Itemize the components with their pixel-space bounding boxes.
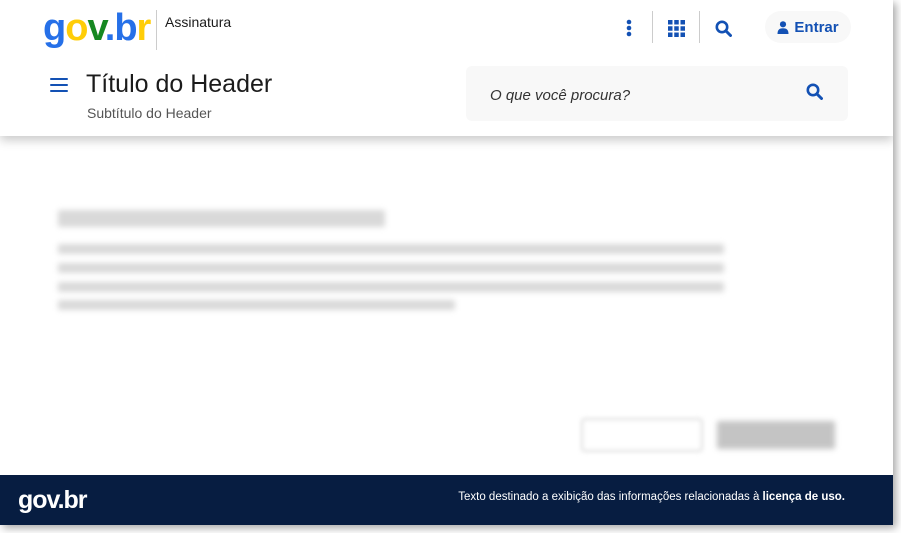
- license-link[interactable]: licença de uso.: [763, 491, 845, 503]
- skeleton-line: [58, 282, 724, 292]
- skeleton-line: [58, 300, 455, 310]
- logo-divider: [156, 10, 157, 50]
- search-box: [466, 66, 848, 121]
- skeleton-heading: [58, 210, 385, 227]
- page-subtitle: Subtítulo do Header: [87, 105, 212, 121]
- search-icon: [715, 20, 732, 37]
- header-search-button[interactable]: [709, 14, 737, 42]
- page: gov.br Assinatura Entrar Título do Heade…: [0, 0, 893, 525]
- footer: gov.br Texto destinado a exibição das in…: [0, 475, 893, 525]
- blurred-content: [0, 136, 893, 475]
- govbr-logo[interactable]: gov.br: [43, 8, 151, 48]
- header-divider: [652, 11, 653, 43]
- license-text: Texto destinado a exibição das informaçõ…: [458, 491, 845, 503]
- skeleton-primary-button: [717, 421, 835, 449]
- product-label: Assinatura: [165, 14, 232, 30]
- header-divider: [699, 11, 700, 43]
- user-icon: [777, 20, 789, 34]
- grid-apps-icon: [667, 19, 685, 37]
- header: gov.br Assinatura Entrar Título do Heade…: [0, 0, 893, 136]
- kebab-menu-icon: [626, 19, 632, 37]
- search-submit-button[interactable]: [806, 83, 828, 105]
- search-input[interactable]: [488, 83, 792, 107]
- skeleton-line: [58, 244, 724, 254]
- login-button[interactable]: Entrar: [765, 11, 851, 43]
- login-label: Entrar: [794, 18, 839, 36]
- hamburger-menu-icon[interactable]: [50, 78, 68, 94]
- skeleton-secondary-button: [583, 420, 701, 450]
- skeleton-line: [58, 263, 724, 273]
- search-icon: [806, 83, 823, 100]
- page-title: Título do Header: [86, 70, 273, 98]
- footer-govbr-logo[interactable]: gov.br: [18, 486, 88, 514]
- apps-button[interactable]: [662, 14, 690, 42]
- more-options-button[interactable]: [615, 14, 643, 42]
